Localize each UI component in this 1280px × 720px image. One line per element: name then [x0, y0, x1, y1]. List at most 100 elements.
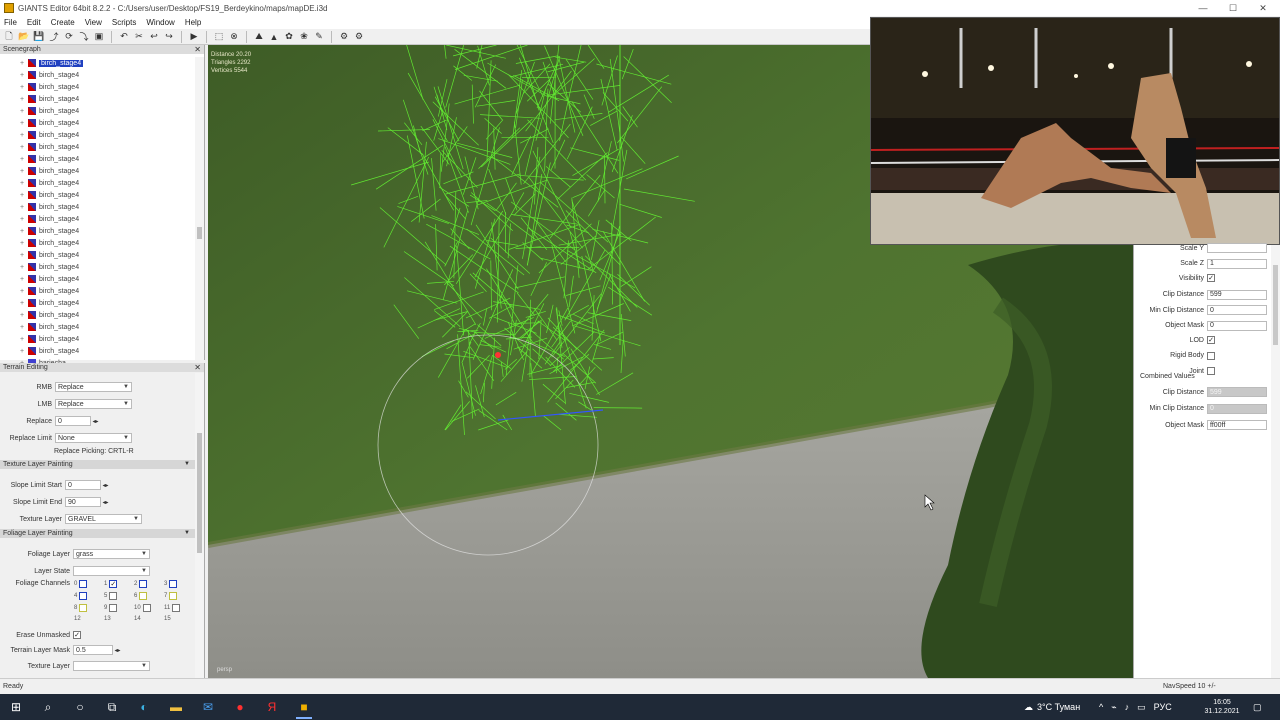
attribute-input[interactable]: [1207, 243, 1267, 253]
attribute-input[interactable]: 0: [1207, 320, 1267, 331]
lmb-select[interactable]: Replace ▼: [55, 399, 132, 409]
delete-icon[interactable]: ⊗: [228, 31, 240, 43]
foliage-channel[interactable]: 11: [164, 604, 181, 612]
channel-checkbox[interactable]: [79, 580, 88, 588]
tree-item[interactable]: + birch_stage4: [0, 345, 195, 357]
tree-item[interactable]: + birch_stage4: [0, 57, 195, 69]
speaker-icon[interactable]: ♪: [1125, 702, 1130, 712]
channel-checkbox[interactable]: ✓: [109, 580, 118, 588]
tree-item[interactable]: + birch_stage4: [0, 213, 195, 225]
foliage-channel[interactable]: 7: [164, 592, 178, 600]
channel-checkbox[interactable]: [79, 604, 88, 612]
expand-icon[interactable]: +: [20, 312, 28, 319]
menu-window[interactable]: Window: [146, 18, 174, 27]
foliage-channel[interactable]: 6: [134, 592, 148, 600]
tree-item[interactable]: + birch_stage4: [0, 69, 195, 81]
tree-item[interactable]: + birch_stage4: [0, 285, 195, 297]
save-icon[interactable]: 💾: [33, 31, 45, 43]
spinner-icon[interactable]: ◂▸: [101, 497, 110, 507]
expand-icon[interactable]: +: [20, 276, 28, 283]
expand-icon[interactable]: +: [20, 252, 28, 259]
mail-icon[interactable]: ✉: [192, 694, 224, 720]
clock[interactable]: 16:05 31.12.2021: [1202, 698, 1242, 716]
layer-state-select[interactable]: ▼: [73, 566, 150, 576]
foliage-channel[interactable]: 3: [164, 580, 178, 588]
tree-item[interactable]: + birch_stage4: [0, 189, 195, 201]
texture-layer2-select[interactable]: ▼: [73, 661, 150, 671]
spinner-icon[interactable]: ◂▸: [101, 480, 110, 490]
channel-checkbox[interactable]: [139, 592, 148, 600]
texture-layer-select[interactable]: GRAVEL ▼: [65, 514, 142, 524]
channel-checkbox[interactable]: [172, 604, 181, 612]
close-icon[interactable]: ✕: [194, 45, 201, 54]
scrollbar-thumb[interactable]: [1273, 265, 1278, 345]
tray-expand-icon[interactable]: ^: [1099, 702, 1103, 712]
foliage-channel[interactable]: 0: [74, 580, 88, 588]
folder-icon[interactable]: ▣: [93, 31, 105, 43]
attribute-input[interactable]: 0: [1207, 305, 1267, 315]
erase-unmasked-checkbox[interactable]: ✓: [73, 631, 81, 639]
tree-item[interactable]: + birch_stage4: [0, 165, 195, 177]
expand-icon[interactable]: +: [20, 108, 28, 115]
channel-checkbox[interactable]: [109, 592, 118, 600]
tree-item[interactable]: + birch_stage4: [0, 321, 195, 333]
import-icon[interactable]: ⤵: [78, 31, 90, 43]
foliage-channel[interactable]: 14: [134, 616, 141, 622]
foliage-paint2-icon[interactable]: ❀: [298, 31, 310, 43]
tree-item[interactable]: + birch_stage4: [0, 117, 195, 129]
combined-input[interactable]: 599: [1207, 387, 1267, 397]
cut-icon[interactable]: ✂: [133, 31, 145, 43]
cortana-icon[interactable]: ○: [64, 694, 96, 720]
tree-item[interactable]: + birch_stage4: [0, 153, 195, 165]
tree-item[interactable]: + birch_stage4: [0, 333, 195, 345]
yandex-browser-icon[interactable]: ●: [224, 694, 256, 720]
attribute-input[interactable]: 599: [1207, 289, 1267, 300]
terrain-paint-icon[interactable]: ▲: [268, 31, 280, 43]
channel-checkbox[interactable]: [139, 580, 148, 588]
terrain-sculpt-icon[interactable]: ⛰: [253, 31, 265, 43]
menu-help[interactable]: Help: [185, 18, 201, 27]
menu-create[interactable]: Create: [51, 18, 75, 27]
channel-checkbox[interactable]: [109, 604, 118, 612]
foliage-channel[interactable]: 10: [134, 604, 151, 612]
expand-icon[interactable]: +: [20, 336, 28, 343]
tree-item[interactable]: + birch_stage4: [0, 177, 195, 189]
slope-end-input[interactable]: 90: [65, 497, 101, 507]
attribute-checkbox[interactable]: ✓: [1207, 274, 1215, 282]
menu-edit[interactable]: Edit: [27, 18, 41, 27]
tree-item[interactable]: + birch_stage4: [0, 129, 195, 141]
scrollbar-thumb[interactable]: [197, 227, 202, 239]
tree-item[interactable]: + birch_stage4: [0, 237, 195, 249]
expand-icon[interactable]: +: [20, 348, 28, 355]
foliage-channel[interactable]: 1 ✓: [104, 580, 118, 588]
terrain-mask-input[interactable]: 0.5: [73, 645, 113, 655]
network-icon[interactable]: ⌁: [1111, 702, 1116, 713]
texture-layer-section[interactable]: Texture Layer Painting ▼: [0, 460, 195, 469]
channel-checkbox[interactable]: [169, 580, 178, 588]
replace-input[interactable]: 0: [55, 416, 91, 426]
menu-scripts[interactable]: Scripts: [112, 18, 136, 27]
expand-icon[interactable]: +: [20, 300, 28, 307]
expand-icon[interactable]: +: [20, 228, 28, 235]
start-button-icon[interactable]: ⊞: [0, 694, 32, 720]
attribute-checkbox[interactable]: ✓: [1207, 336, 1215, 344]
brush-icon[interactable]: ✎: [313, 31, 325, 43]
terrain-scrollbar[interactable]: [195, 373, 204, 678]
notification-icon[interactable]: ▢: [1253, 694, 1262, 720]
channel-checkbox[interactable]: [169, 592, 178, 600]
search-icon[interactable]: ⌕: [32, 694, 64, 720]
foliage-channel[interactable]: 9: [104, 604, 118, 612]
foliage-channel[interactable]: 4: [74, 592, 88, 600]
task-view-icon[interactable]: ⧉: [96, 694, 128, 720]
expand-icon[interactable]: +: [20, 240, 28, 247]
foliage-channel[interactable]: 15: [164, 616, 171, 622]
expand-icon[interactable]: +: [20, 144, 28, 151]
tree-item[interactable]: + birch_stage4: [0, 201, 195, 213]
expand-icon[interactable]: +: [20, 180, 28, 187]
attribute-checkbox[interactable]: [1207, 367, 1215, 375]
combined-input[interactable]: ff00ff: [1207, 420, 1267, 430]
foliage-channel[interactable]: 13: [104, 616, 111, 622]
gear-icon[interactable]: ⚙: [353, 31, 365, 43]
undo-icon[interactable]: ↶: [118, 31, 130, 43]
tree-item[interactable]: + birch_stage4: [0, 249, 195, 261]
